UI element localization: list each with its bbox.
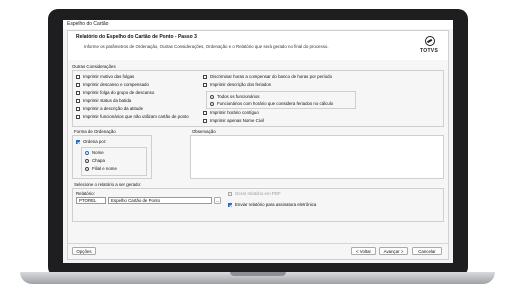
footer-divider [68, 243, 448, 244]
totvs-logo: TOTVS [420, 36, 442, 60]
option-banco-horas[interactable]: Discriminar horas a compensar do banco d… [203, 74, 356, 82]
ordenacao-group: Ordena por: Nome Chapa Filial e nome [72, 135, 152, 179]
totvs-logo-text: TOTVS [420, 48, 439, 54]
relatorio-code-field[interactable]: PTOREL 01.0 [76, 197, 106, 204]
radio-button[interactable] [210, 95, 214, 99]
relatorio-group: Relatório: PTOREL 01.0 Espelho Cartão de… [72, 188, 444, 222]
radio-button[interactable] [210, 102, 214, 106]
checkbox[interactable] [76, 99, 80, 103]
checkbox[interactable] [203, 75, 207, 79]
outras-group: Imprimir motivo das folgas Imprimir desc… [72, 70, 444, 127]
relatorio-section-label: Selecione o relatório a ser gerado: [74, 182, 142, 187]
checkbox[interactable] [76, 115, 80, 119]
checkbox[interactable] [76, 75, 80, 79]
radio-button[interactable] [85, 151, 89, 155]
outras-right-list: Discriminar horas a compensar do banco d… [203, 74, 356, 126]
laptop-notch [230, 272, 286, 276]
laptop-base [20, 272, 495, 284]
checkbox[interactable] [203, 119, 207, 123]
wizard-description: Informe os parâmetros de Ordenação, Outr… [84, 44, 329, 49]
radio-button[interactable] [85, 159, 89, 163]
totvs-logo-icon [425, 36, 435, 46]
option-descricao-feriados[interactable]: Imprimir descrição dos feriados [203, 82, 356, 90]
observacao-legend: Observação [192, 129, 216, 134]
wizard-dialog: Relatório do Espelho do Cartão de Ponto … [67, 30, 449, 260]
ordenacao-legend: Forma de Ordenação [74, 129, 116, 134]
wizard-title: Relatório do Espelho do Cartão de Ponto … [76, 34, 197, 40]
options-button[interactable]: Opções [72, 247, 96, 255]
cancel-button[interactable]: Cancelar [412, 247, 442, 255]
wizard-header: Relatório do Espelho do Cartão de Ponto … [68, 31, 448, 60]
relatorio-name-field[interactable]: Espelho Cartão de Ponto [108, 197, 212, 204]
back-button[interactable]: < Voltar [351, 247, 376, 255]
checkbox[interactable] [76, 140, 80, 144]
window-title: Espelho do Cartão [63, 20, 453, 29]
screen: Espelho do Cartão Relatório do Espelho d… [63, 20, 453, 263]
next-button[interactable]: Avançar > [379, 247, 408, 255]
option-horario-contiguo[interactable]: Imprimir horário contíguo [203, 110, 356, 118]
checkbox[interactable] [76, 107, 80, 111]
relatorio-field-label: Relatório: [76, 191, 95, 196]
checkbox[interactable] [203, 111, 207, 115]
radio-button[interactable] [85, 167, 89, 171]
option-nome-civil[interactable]: Imprimir apenas Nome Civil [203, 118, 356, 126]
ordena-radio-group: Nome Chapa Filial e nome [81, 147, 147, 176]
outras-legend: Outras Considerações [72, 64, 116, 69]
checkbox[interactable] [228, 203, 232, 207]
checkbox[interactable] [203, 83, 207, 87]
checkbox[interactable] [228, 192, 232, 196]
observacao-textarea[interactable] [190, 135, 444, 179]
feriados-radio-group: Todos os funcionários Funcionários com h… [206, 91, 356, 109]
checkbox[interactable] [76, 91, 80, 95]
relatorio-lookup-button[interactable]: ... [214, 197, 221, 204]
checkbox[interactable] [76, 83, 80, 87]
